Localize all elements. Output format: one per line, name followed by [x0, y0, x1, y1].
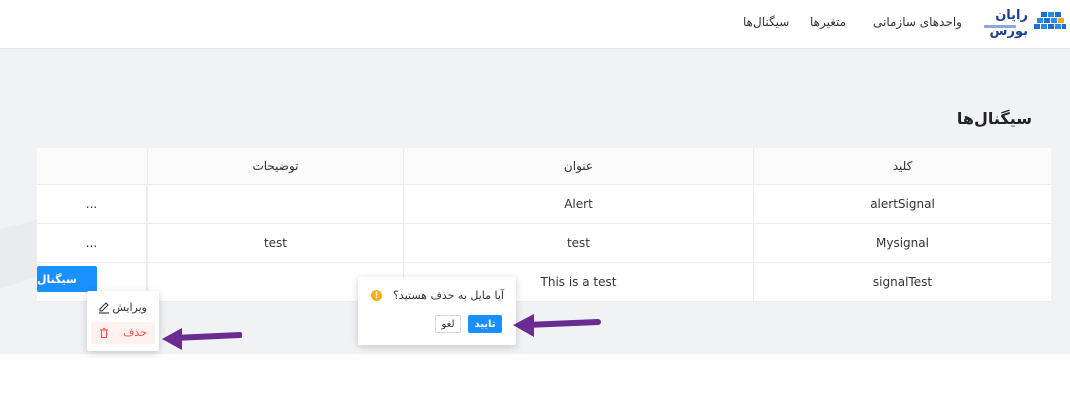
- delete-confirm-popover: آیا مایل به حذف هستید؟ ! تایید لغو: [358, 277, 516, 345]
- column-header-title: عنوان: [403, 148, 754, 184]
- row-actions-menu: ویرایش حذف: [87, 291, 159, 351]
- table-header-row: کلید عنوان توضیحات: [37, 148, 1051, 185]
- menu-item-delete[interactable]: حذف: [91, 322, 155, 344]
- cell-title: Alert: [403, 185, 754, 223]
- logo-tagline-icon: [984, 25, 1016, 28]
- nav-item-variables[interactable]: متغیرها: [810, 15, 846, 29]
- cell-key: Mysignal: [876, 236, 929, 250]
- add-signal-button[interactable]: سیگنال: [37, 266, 97, 292]
- table-row: Mysignal test test ...: [37, 224, 1051, 263]
- page-title: سیگنال‌ها: [956, 109, 1032, 128]
- nav-item-org-units[interactable]: واحدهای سازمانی: [873, 15, 962, 29]
- menu-item-edit-label: ویرایش: [112, 301, 147, 314]
- table-row: signalTest This is a test ...: [37, 263, 1051, 302]
- column-header-key: کلید: [892, 159, 913, 173]
- nav-item-signals[interactable]: سیگنال‌ها: [743, 15, 789, 29]
- menu-item-edit[interactable]: ویرایش: [91, 297, 155, 319]
- confirm-message: آیا مایل به حذف هستید؟: [393, 289, 504, 302]
- cell-description: test: [147, 224, 403, 262]
- confirm-ok-button[interactable]: تایید: [468, 315, 502, 333]
- cell-title: test: [403, 224, 754, 262]
- row-actions-button[interactable]: ...: [37, 185, 147, 223]
- column-header-actions: [37, 148, 147, 184]
- trash-icon: [100, 327, 108, 339]
- row-actions-button[interactable]: ...: [37, 224, 147, 262]
- confirm-cancel-button[interactable]: لغو: [435, 315, 461, 333]
- cell-description: [147, 185, 403, 223]
- annotation-arrow-icon: [513, 314, 601, 337]
- column-header-description: توضیحات: [147, 148, 403, 184]
- menu-item-delete-label: حذف: [123, 326, 147, 339]
- top-header: رایان بورس واحدهای سازمانی متغیرها سیگنا…: [0, 0, 1070, 49]
- table-row: alertSignal Alert ...: [37, 185, 1051, 224]
- annotation-arrow-icon: [162, 328, 242, 350]
- edit-icon: [99, 302, 109, 314]
- cell-key: alertSignal: [870, 197, 935, 211]
- signals-table: کلید عنوان توضیحات alertSignal Alert ...…: [37, 148, 1051, 302]
- logo-icon: [1034, 12, 1066, 29]
- cell-key: signalTest: [872, 275, 933, 289]
- warning-icon: !: [371, 290, 382, 301]
